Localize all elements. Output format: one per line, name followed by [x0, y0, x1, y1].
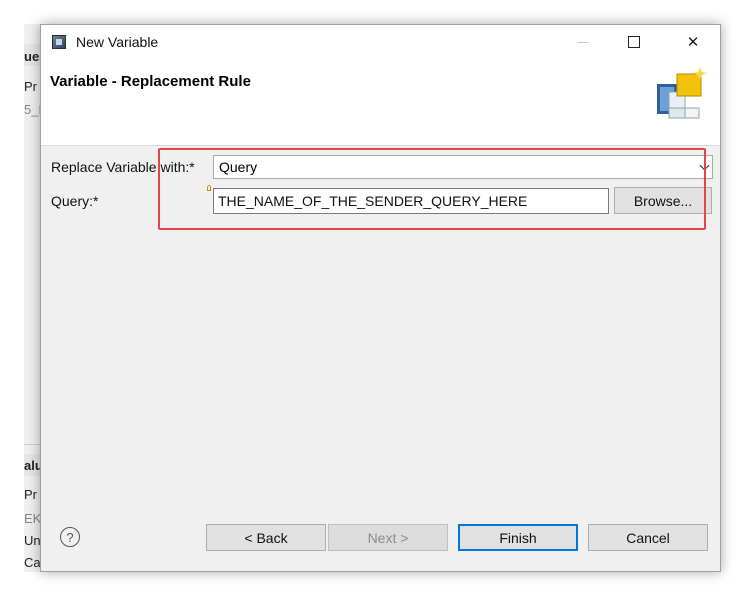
background-text: ues	[24, 49, 40, 64]
background-text: Pr	[24, 79, 37, 94]
maximize-icon	[628, 36, 640, 48]
cancel-button[interactable]: Cancel	[588, 524, 708, 551]
minimize-icon	[576, 41, 588, 43]
help-icon[interactable]: ?	[60, 527, 80, 547]
background-text: Pr	[24, 487, 37, 502]
wizard-banner-icon	[657, 67, 707, 119]
minimize-button[interactable]	[559, 25, 605, 59]
close-icon: ✕	[686, 34, 700, 51]
new-variable-dialog: New Variable ✕ Variable - Replacement Ru…	[40, 24, 721, 572]
replace-variable-value: Query	[219, 159, 258, 175]
button-bar: ? < Back Next > Finish Cancel	[41, 495, 720, 573]
next-button[interactable]: Next >	[328, 524, 448, 551]
back-button[interactable]: < Back	[206, 524, 326, 551]
query-label: Query:*	[51, 193, 99, 209]
close-button[interactable]: ✕	[670, 25, 716, 59]
finish-button[interactable]: Finish	[458, 524, 578, 551]
window-title: New Variable	[76, 34, 159, 50]
background-divider	[24, 444, 40, 445]
replace-variable-select[interactable]: Query	[213, 155, 713, 179]
background-text: alu	[24, 458, 41, 473]
query-input[interactable]	[213, 188, 609, 214]
background-text: 5_P	[24, 102, 40, 117]
background-text: Ca	[24, 555, 41, 570]
app-icon	[52, 35, 66, 49]
chevron-down-icon	[699, 160, 710, 171]
browse-button[interactable]: Browse...	[614, 187, 712, 214]
background-text: Unit	[24, 533, 41, 548]
replace-variable-label: Replace Variable with:*	[51, 159, 195, 175]
required-marker-icon	[207, 185, 211, 191]
maximize-button[interactable]	[611, 25, 657, 59]
background-editor-strip: ues Pr 5_P alu Pr EK Unit Ca	[24, 24, 41, 572]
background-text: EK	[24, 511, 41, 526]
title-bar: New Variable ✕	[41, 25, 720, 59]
page-title: Variable - Replacement Rule	[50, 73, 251, 90]
wizard-header: Variable - Replacement Rule	[41, 59, 720, 146]
form-area: Replace Variable with:* Query Query:* Br…	[41, 145, 720, 495]
